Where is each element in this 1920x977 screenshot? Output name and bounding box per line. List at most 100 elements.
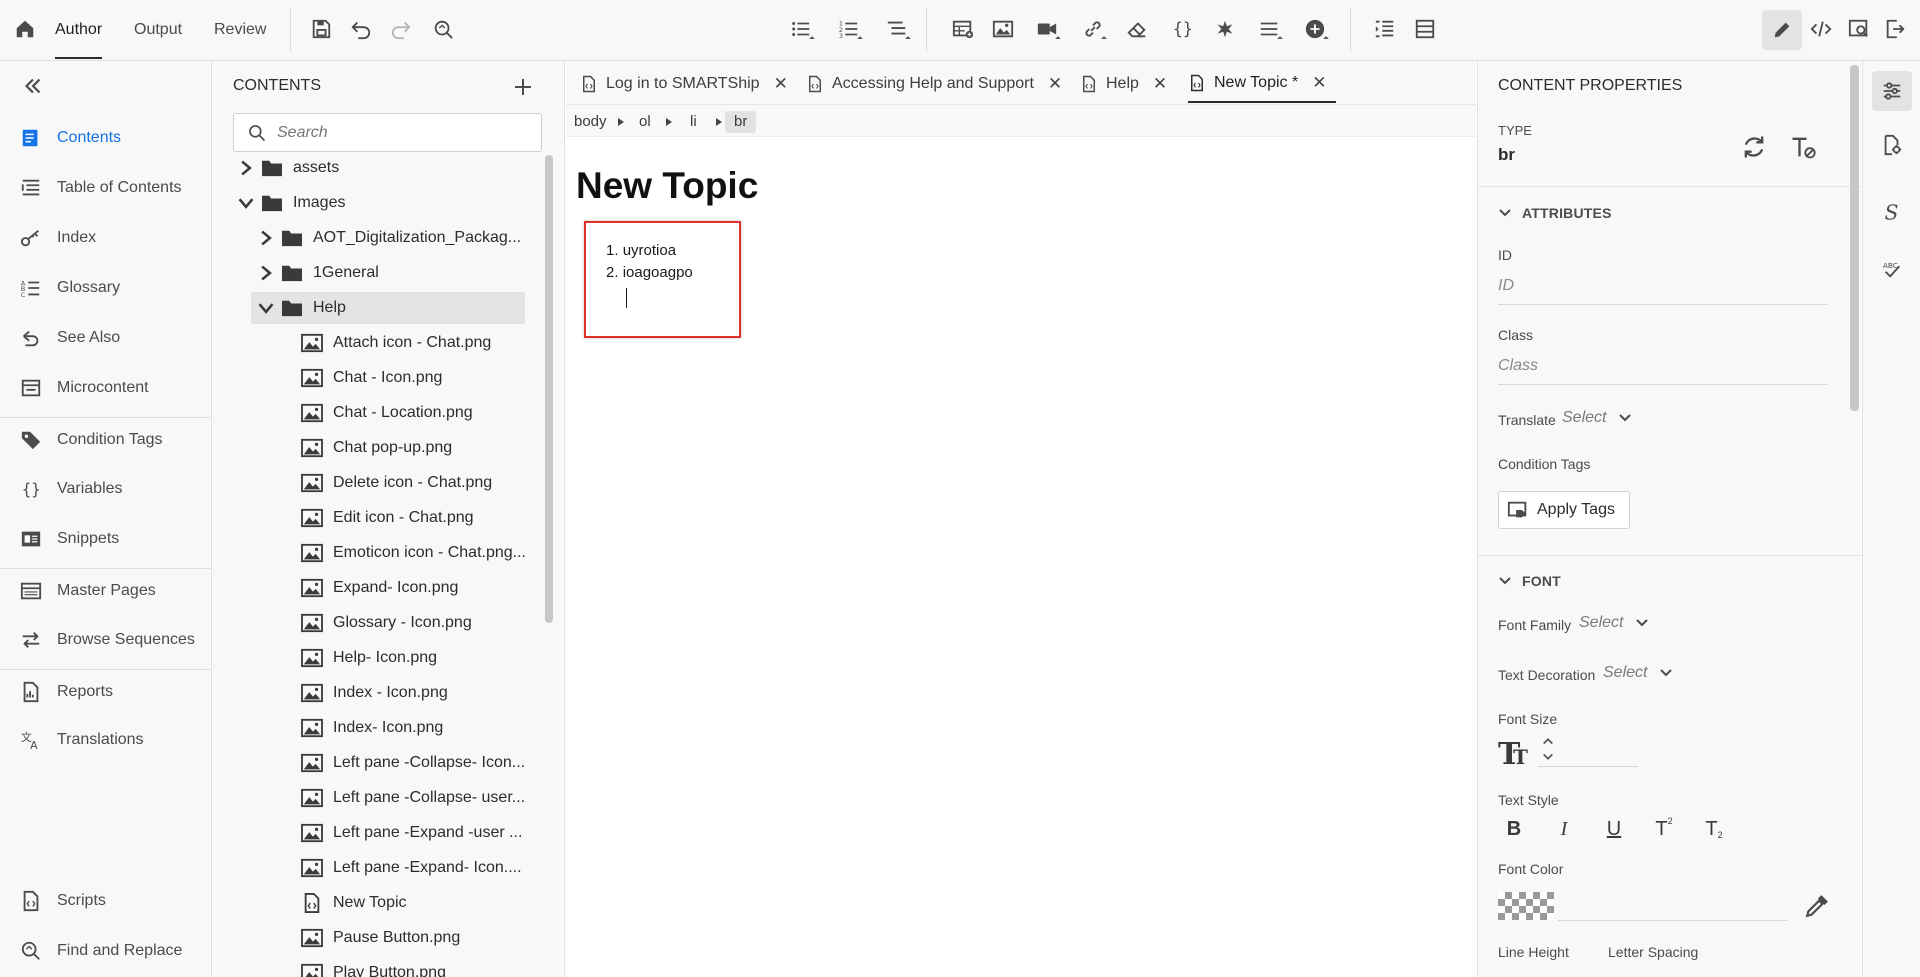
undo-icon[interactable] bbox=[346, 14, 376, 44]
refresh-icon[interactable] bbox=[1740, 133, 1768, 161]
tree-file[interactable]: Left pane -Expand- Icon.... bbox=[271, 852, 525, 884]
font-section-header[interactable]: FONT bbox=[1498, 573, 1561, 589]
tree-file[interactable]: Left pane -Collapse- Icon.... bbox=[271, 747, 525, 779]
clear-formatting-icon[interactable] bbox=[1789, 133, 1817, 161]
indent-icon[interactable] bbox=[1370, 14, 1400, 44]
edit-mode-icon[interactable] bbox=[1762, 10, 1802, 50]
chevron-right-icon[interactable] bbox=[257, 264, 275, 282]
id-field[interactable]: ID bbox=[1498, 277, 1828, 305]
breadcrumb-body[interactable]: body bbox=[574, 111, 607, 133]
nav-item-index[interactable]: Index bbox=[20, 223, 96, 253]
tree-file[interactable]: Chat pop-up.png bbox=[271, 432, 525, 464]
font-color-swatch[interactable] bbox=[1498, 892, 1554, 920]
eraser-icon[interactable] bbox=[1122, 14, 1152, 44]
nav-item-glossary[interactable]: ABC Glossary bbox=[20, 273, 120, 303]
preview-icon[interactable] bbox=[1844, 14, 1874, 44]
font-family-select[interactable]: Select bbox=[1579, 614, 1649, 632]
underline-button[interactable]: U bbox=[1596, 813, 1632, 845]
find-icon[interactable] bbox=[428, 14, 458, 44]
tree-file[interactable]: Edit icon - Chat.png bbox=[271, 502, 525, 534]
bulleted-list-icon[interactable] bbox=[786, 14, 816, 44]
tree-file[interactable]: Chat - Location.png bbox=[271, 397, 525, 429]
chevron-down-icon[interactable] bbox=[1542, 751, 1554, 763]
numbered-list-icon[interactable]: 123 bbox=[834, 14, 864, 44]
chevron-up-icon[interactable] bbox=[1542, 735, 1554, 747]
insert-link-icon[interactable] bbox=[1078, 14, 1108, 44]
tree-folder[interactable]: assets bbox=[231, 152, 525, 184]
tree-file[interactable]: Expand- Icon.png bbox=[271, 572, 525, 604]
tab-review[interactable]: Review bbox=[214, 0, 266, 59]
tree-file[interactable]: Index - Icon.png bbox=[271, 677, 525, 709]
close-icon[interactable]: ✕ bbox=[774, 74, 788, 94]
eyedropper-icon[interactable] bbox=[1804, 893, 1830, 919]
tree-file[interactable]: Index- Icon.png bbox=[271, 712, 525, 744]
close-icon[interactable]: ✕ bbox=[1312, 73, 1326, 93]
breadcrumb-li[interactable]: li bbox=[690, 111, 697, 133]
close-icon[interactable]: ✕ bbox=[1153, 74, 1167, 94]
tree-folder[interactable]: Images bbox=[231, 187, 525, 219]
attributes-section-header[interactable]: ATTRIBUTES bbox=[1498, 205, 1612, 221]
tree-file[interactable]: Emoticon icon - Chat.png... bbox=[271, 537, 525, 569]
search-input[interactable] bbox=[277, 123, 527, 142]
nav-item-microcontent[interactable]: Microcontent bbox=[20, 373, 149, 403]
topic-heading[interactable]: New Topic bbox=[576, 165, 758, 207]
tree-file[interactable]: Left pane -Expand -user ... bbox=[271, 817, 525, 849]
tree-folder[interactable]: Help bbox=[251, 292, 525, 324]
selected-list-block[interactable]: 1. uyrotioa 2. ioagoagpo bbox=[584, 221, 741, 338]
tree-file[interactable]: Pause Button.png bbox=[271, 922, 525, 954]
spellcheck-icon[interactable]: ABC bbox=[1872, 249, 1912, 289]
apply-tags-button[interactable]: Apply Tags bbox=[1498, 491, 1630, 529]
insert-table-icon[interactable] bbox=[948, 14, 978, 44]
nav-item-snippets[interactable]: Snippets bbox=[20, 524, 119, 554]
tab-help[interactable]: Help ✕ bbox=[1080, 65, 1167, 103]
tree-file[interactable]: Play Button.png bbox=[271, 957, 525, 977]
list-item[interactable]: 2. ioagoagpo bbox=[606, 264, 693, 281]
tab-new-topic[interactable]: New Topic * ✕ bbox=[1188, 65, 1337, 103]
document-settings-icon[interactable] bbox=[1872, 125, 1912, 165]
tab-output[interactable]: Output bbox=[134, 0, 182, 59]
breadcrumb-ol[interactable]: ol bbox=[639, 111, 651, 133]
nav-item-contents[interactable]: Contents bbox=[20, 123, 121, 153]
tab-accessing-help-and-support[interactable]: Accessing Help and Support ✕ bbox=[806, 65, 1062, 103]
insert-more-icon[interactable] bbox=[1300, 14, 1330, 44]
layout-icon[interactable] bbox=[1410, 14, 1440, 44]
horizontal-rule-icon[interactable] bbox=[1254, 14, 1284, 44]
translate-select[interactable]: Select bbox=[1562, 409, 1632, 427]
font-size-stepper[interactable] bbox=[1538, 733, 1638, 767]
tab-author[interactable]: Author bbox=[55, 0, 103, 59]
props-scrollbar[interactable] bbox=[1850, 65, 1859, 411]
text-decoration-select[interactable]: Select bbox=[1603, 664, 1673, 682]
tab-log-in-to-smartship[interactable]: Log in to SMARTShip ✕ bbox=[580, 65, 788, 103]
italic-button[interactable]: I bbox=[1546, 813, 1582, 845]
tree-file[interactable]: Attach icon - Chat.png bbox=[271, 327, 525, 359]
content-properties-icon[interactable] bbox=[1872, 71, 1912, 111]
source-view-icon[interactable] bbox=[1806, 14, 1836, 44]
tree-folder[interactable]: AOT_Digitalization_Packag... bbox=[251, 222, 525, 254]
tree-scrollbar[interactable] bbox=[545, 155, 553, 623]
chevron-right-icon[interactable] bbox=[257, 229, 275, 247]
chevron-right-icon[interactable] bbox=[237, 159, 255, 177]
redo-icon[interactable] bbox=[386, 14, 416, 44]
close-icon[interactable]: ✕ bbox=[1048, 74, 1062, 94]
subscript-button[interactable]: T2 bbox=[1696, 813, 1732, 845]
nav-item-master-pages[interactable]: Master Pages bbox=[20, 576, 156, 606]
multilevel-list-icon[interactable] bbox=[882, 14, 912, 44]
home-icon[interactable] bbox=[10, 14, 40, 44]
chevron-down-icon[interactable] bbox=[237, 194, 255, 212]
insert-video-icon[interactable] bbox=[1032, 14, 1062, 44]
list-item[interactable]: 1. uyrotioa bbox=[606, 242, 676, 259]
nav-item-find-and-replace[interactable]: Find and Replace bbox=[20, 936, 182, 966]
exit-icon[interactable] bbox=[1880, 14, 1910, 44]
tree-file[interactable]: Delete icon - Chat.png bbox=[271, 467, 525, 499]
nav-item-table-of-contents[interactable]: Table of Contents bbox=[20, 173, 182, 203]
tree-folder[interactable]: 1General bbox=[251, 257, 525, 289]
collapse-panel-icon[interactable] bbox=[20, 73, 46, 99]
tree-file[interactable]: Left pane -Collapse- user... bbox=[271, 782, 525, 814]
save-icon[interactable] bbox=[306, 14, 336, 44]
tree-file[interactable]: Glossary - Icon.png bbox=[271, 607, 525, 639]
bold-button[interactable]: B bbox=[1496, 813, 1532, 845]
nav-item-browse-sequences[interactable]: Browse Sequences bbox=[20, 625, 195, 655]
insert-image-icon[interactable] bbox=[988, 14, 1018, 44]
nav-item-translations[interactable]: 文A Translations bbox=[20, 725, 144, 755]
nav-item-scripts[interactable]: Scripts bbox=[20, 886, 106, 916]
